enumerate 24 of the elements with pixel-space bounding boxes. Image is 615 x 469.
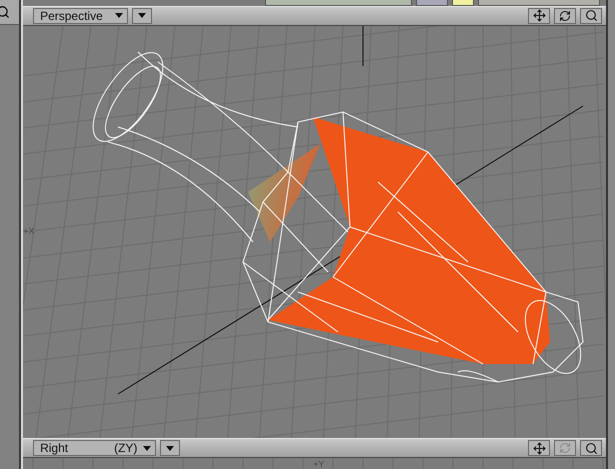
- search-icon: [584, 442, 598, 455]
- options-dropdown[interactable]: [132, 8, 152, 24]
- rotate-button[interactable]: [554, 8, 576, 24]
- pan-button[interactable]: [528, 8, 550, 24]
- view-menu[interactable]: Right (ZY): [33, 440, 156, 456]
- caret-icon: [138, 13, 146, 18]
- zoom-button[interactable]: [580, 440, 602, 456]
- options-dropdown[interactable]: [160, 440, 180, 456]
- zoom-tool[interactable]: [0, 0, 20, 25]
- rotate-icon: [559, 442, 572, 454]
- view-menu[interactable]: Perspective: [33, 8, 128, 24]
- caret-icon: [166, 446, 174, 451]
- zoom-button[interactable]: [580, 8, 602, 24]
- color-swatch[interactable]: [452, 0, 474, 6]
- pan-button[interactable]: [528, 440, 550, 456]
- move-icon: [532, 9, 546, 22]
- rotate-icon: [559, 10, 572, 22]
- move-icon: [532, 442, 546, 455]
- caret-icon: [114, 13, 123, 18]
- axes-label: (ZY): [114, 441, 138, 456]
- search-icon: [584, 9, 598, 22]
- spin-control[interactable]: [416, 0, 448, 6]
- search-icon: [0, 5, 10, 19]
- caret-icon: [143, 446, 152, 451]
